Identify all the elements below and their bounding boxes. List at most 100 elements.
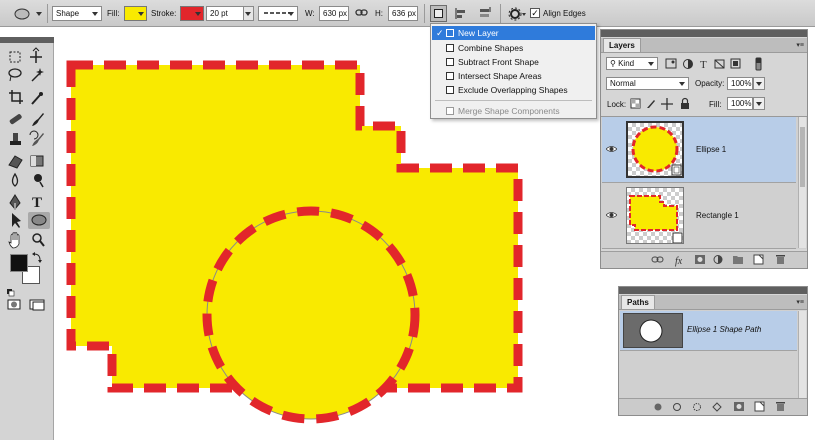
- swap-colors-icon: [32, 252, 42, 263]
- layer-thumbnail: [626, 121, 684, 178]
- healing-icon: [9, 114, 22, 125]
- align-edges-checkbox[interactable]: ✓: [530, 8, 540, 18]
- width-label: W:: [305, 9, 315, 18]
- lock-position-icon: [661, 98, 673, 110]
- lock-image-icon: [647, 100, 655, 108]
- svg-text:T: T: [32, 195, 42, 211]
- eye-icon[interactable]: [605, 145, 618, 155]
- geometry-options-button[interactable]: [506, 5, 528, 22]
- subtract-shape-icon: [446, 58, 454, 66]
- history-brush-icon: [29, 130, 44, 146]
- lasso-icon: [8, 68, 22, 82]
- fill-swatch[interactable]: [124, 6, 147, 21]
- menu-item-combine-shapes[interactable]: Combine Shapes: [432, 41, 595, 55]
- layer-filter-icons: T: [665, 57, 762, 71]
- ellipse-preset-icon: [14, 8, 42, 20]
- layer-row-rectangle-1[interactable]: Rectangle 1: [602, 183, 796, 249]
- layers-panel: Layers ▾≡ ⚲ Kind T Normal Opacity: 100% …: [600, 29, 808, 269]
- path-list: Ellipse 1 Shape Path: [619, 310, 798, 399]
- width-field[interactable]: 630 px: [319, 6, 349, 21]
- brush-icon: [32, 113, 44, 126]
- stroke-width-dropdown[interactable]: [243, 6, 254, 21]
- layer-thumbnail: [626, 187, 684, 244]
- foreground-color-swatch[interactable]: [10, 254, 28, 272]
- hand-icon: [8, 232, 20, 249]
- opacity-dropdown[interactable]: [753, 77, 765, 90]
- opacity-field[interactable]: 100%: [727, 77, 753, 90]
- paths-panel: Paths ▾≡ Ellipse 1 Shape Path: [618, 286, 808, 416]
- ellipse-tool-icon: [31, 214, 47, 226]
- panel-menu-icon[interactable]: ▾≡: [796, 298, 804, 306]
- ellipse-1-shape: [202, 206, 420, 424]
- tab-paths[interactable]: Paths: [621, 295, 655, 309]
- pen-icon: [9, 194, 21, 210]
- stroke-swatch[interactable]: [180, 6, 204, 21]
- path-row-ellipse-1[interactable]: Ellipse 1 Shape Path: [620, 311, 797, 351]
- move-icon: [30, 47, 42, 63]
- link-layers-icon: [651, 256, 664, 263]
- svg-text:T: T: [700, 59, 707, 71]
- stroke-type-picker[interactable]: [258, 6, 298, 21]
- type-filter-icon: T: [700, 59, 707, 71]
- lock-icons: [630, 97, 689, 110]
- fill-path-icon: [654, 403, 662, 411]
- path-name: Ellipse 1 Shape Path: [687, 325, 762, 334]
- fill-field[interactable]: 100%: [727, 97, 753, 110]
- svg-text:fx: fx: [675, 256, 683, 267]
- panel-menu-icon[interactable]: ▾≡: [796, 41, 804, 49]
- tab-layers[interactable]: Layers: [603, 38, 641, 52]
- eraser-icon: [8, 155, 23, 169]
- blend-mode-select[interactable]: Normal: [606, 77, 689, 90]
- path-arrangement-button[interactable]: [476, 5, 493, 22]
- gear-icon: [508, 7, 526, 21]
- fill-label: Fill:: [107, 9, 120, 18]
- arrange-icon: [480, 7, 491, 17]
- tool-preset-picker[interactable]: [8, 5, 44, 22]
- add-mask-icon: [734, 402, 744, 411]
- lock-label: Lock:: [607, 100, 627, 109]
- marquee-icon: [9, 51, 21, 63]
- checkmark-icon: ✓: [436, 28, 444, 38]
- menu-item-new-layer[interactable]: ✓ New Layer: [432, 26, 595, 40]
- layer-row-ellipse-1[interactable]: Ellipse 1: [602, 117, 796, 183]
- menu-item-exclude-overlapping-shapes[interactable]: Exclude Overlapping Shapes: [432, 83, 595, 97]
- shape-filter-icon: [714, 59, 725, 69]
- layers-scrollbar[interactable]: [798, 117, 806, 248]
- make-work-path-icon: [712, 402, 722, 412]
- stroke-label: Stroke:: [151, 9, 177, 18]
- height-field[interactable]: 636 px: [388, 6, 418, 21]
- path-alignment-button[interactable]: [452, 5, 469, 22]
- fill-label: Fill:: [709, 100, 722, 109]
- paths-panel-footer: [619, 398, 807, 415]
- path-operations-button[interactable]: [430, 5, 447, 22]
- align-icon: [455, 8, 465, 19]
- path-select-icon: [12, 213, 21, 228]
- fill-dropdown[interactable]: [753, 97, 765, 110]
- adjustment-filter-icon: [683, 59, 693, 69]
- gradient-icon: [30, 155, 44, 167]
- search-icon: ⚲: [610, 59, 619, 68]
- layer-list: Ellipse 1 Rectangle 1: [601, 116, 807, 249]
- link-icon[interactable]: [355, 8, 369, 20]
- adjustment-layer-icon: [713, 255, 723, 264]
- layer-filter-select[interactable]: ⚲ Kind: [606, 57, 658, 70]
- default-colors-icon: [7, 289, 15, 297]
- paths-scrollbar[interactable]: [798, 311, 806, 398]
- combine-shapes-icon: [446, 44, 454, 52]
- eye-icon[interactable]: [605, 211, 618, 221]
- pixel-filter-icon: [665, 58, 677, 69]
- tool-mode-select[interactable]: Shape: [52, 6, 102, 21]
- trash-icon: [776, 255, 785, 264]
- menu-item-subtract-front-shape[interactable]: Subtract Front Shape: [432, 55, 595, 69]
- menu-divider: [435, 100, 592, 101]
- menu-item-intersect-shape-areas[interactable]: Intersect Shape Areas: [432, 69, 595, 83]
- intersect-shape-icon: [446, 72, 454, 80]
- type-icon: T: [32, 195, 42, 211]
- new-group-icon: [733, 256, 743, 264]
- path-operations-menu: ✓ New Layer Combine Shapes Subtract Fron…: [430, 23, 597, 119]
- menu-item-merge-shape-components[interactable]: Merge Shape Components: [432, 104, 595, 118]
- layers-panel-footer: fx: [601, 251, 807, 268]
- add-mask-icon: [695, 255, 705, 264]
- options-bar: Shape Fill: Stroke: 20 pt W: 630 px H: 6…: [0, 0, 815, 27]
- screen-mode-icon: [29, 299, 45, 311]
